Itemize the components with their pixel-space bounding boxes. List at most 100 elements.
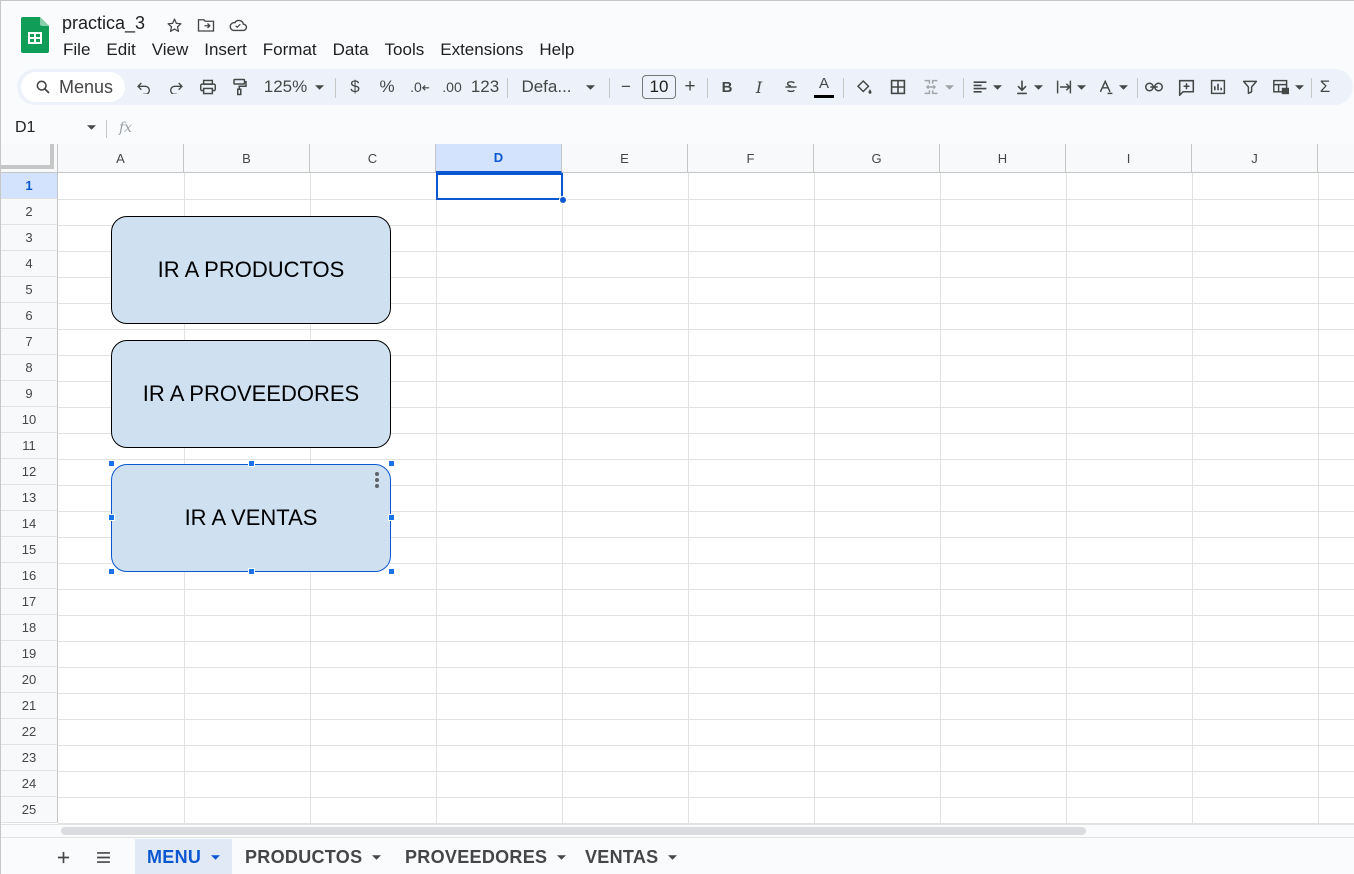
fill-color-icon[interactable] bbox=[851, 69, 877, 105]
column-header-j[interactable]: J bbox=[1192, 144, 1318, 173]
search-menus-button[interactable]: Menus bbox=[21, 72, 125, 102]
increase-decimal-button[interactable]: .00 bbox=[439, 69, 465, 105]
font-size-input[interactable]: 10 bbox=[642, 75, 676, 99]
row-header-8[interactable]: 8 bbox=[1, 355, 58, 381]
shape-button-productos[interactable]: IR A PRODUCTOS bbox=[111, 216, 391, 324]
active-cell-d1[interactable] bbox=[436, 173, 563, 200]
print-icon[interactable] bbox=[195, 69, 221, 105]
add-sheet-icon[interactable] bbox=[51, 839, 75, 874]
column-header-f[interactable]: F bbox=[688, 144, 814, 173]
shape-button-proveedores[interactable]: IR A PROVEEDORES bbox=[111, 340, 391, 448]
row-header-11[interactable]: 11 bbox=[1, 433, 58, 459]
vertical-align-icon[interactable] bbox=[1011, 69, 1047, 105]
row-header-6[interactable]: 6 bbox=[1, 303, 58, 329]
redo-icon[interactable] bbox=[163, 69, 189, 105]
font-family-select[interactable]: Defa... bbox=[517, 69, 599, 105]
menu-tools[interactable]: Tools bbox=[377, 38, 433, 62]
resize-handle[interactable] bbox=[108, 514, 115, 521]
insert-comment-icon[interactable] bbox=[1173, 69, 1199, 105]
column-header-c[interactable]: C bbox=[310, 144, 436, 173]
menu-insert[interactable]: Insert bbox=[196, 38, 255, 62]
column-header-i[interactable]: I bbox=[1066, 144, 1192, 173]
sheet-tab-ventas[interactable]: VENTAS bbox=[573, 839, 689, 874]
sheet-tab-proveedores[interactable]: PROVEEDORES bbox=[393, 839, 578, 874]
row-header-3[interactable]: 3 bbox=[1, 225, 58, 251]
row-header-20[interactable]: 20 bbox=[1, 667, 58, 693]
row-header-17[interactable]: 17 bbox=[1, 589, 58, 615]
paint-format-icon[interactable] bbox=[227, 69, 253, 105]
resize-handle[interactable] bbox=[248, 568, 255, 575]
resize-handle[interactable] bbox=[248, 460, 255, 467]
zoom-select[interactable]: 125% bbox=[261, 69, 327, 105]
row-header-19[interactable]: 19 bbox=[1, 641, 58, 667]
row-header-1[interactable]: 1 bbox=[1, 173, 58, 199]
menu-file[interactable]: File bbox=[55, 38, 98, 62]
column-header-d[interactable]: D bbox=[436, 144, 562, 173]
row-header-4[interactable]: 4 bbox=[1, 251, 58, 277]
column-header-e[interactable]: E bbox=[562, 144, 688, 173]
insert-chart-icon[interactable] bbox=[1205, 69, 1231, 105]
row-header-24[interactable]: 24 bbox=[1, 771, 58, 797]
menu-format[interactable]: Format bbox=[255, 38, 325, 62]
google-sheets-logo[interactable] bbox=[21, 17, 49, 53]
row-header-10[interactable]: 10 bbox=[1, 407, 58, 433]
move-to-folder-icon[interactable] bbox=[196, 15, 216, 35]
resize-handle[interactable] bbox=[388, 568, 395, 575]
format-percent-button[interactable]: % bbox=[375, 69, 399, 105]
row-header-15[interactable]: 15 bbox=[1, 537, 58, 563]
increase-font-size-button[interactable]: + bbox=[679, 69, 701, 105]
row-header-5[interactable]: 5 bbox=[1, 277, 58, 303]
row-header-23[interactable]: 23 bbox=[1, 745, 58, 771]
format-currency-button[interactable]: $ bbox=[343, 69, 367, 105]
column-header-a[interactable]: A bbox=[58, 144, 184, 173]
chevron-down-icon[interactable] bbox=[87, 125, 96, 130]
undo-icon[interactable] bbox=[131, 69, 157, 105]
column-header-k[interactable] bbox=[1318, 144, 1354, 173]
borders-icon[interactable] bbox=[885, 69, 911, 105]
strikethrough-icon[interactable] bbox=[779, 69, 803, 105]
select-all-corner[interactable] bbox=[1, 144, 58, 173]
row-header-2[interactable]: 2 bbox=[1, 199, 58, 225]
merge-cells-icon[interactable] bbox=[917, 69, 959, 105]
resize-handle[interactable] bbox=[388, 514, 395, 521]
row-header-22[interactable]: 22 bbox=[1, 719, 58, 745]
menu-data[interactable]: Data bbox=[325, 38, 377, 62]
column-header-g[interactable]: G bbox=[814, 144, 940, 173]
shape-button-ventas[interactable]: IR A VENTAS bbox=[111, 464, 391, 572]
menu-extensions[interactable]: Extensions bbox=[432, 38, 531, 62]
resize-handle[interactable] bbox=[388, 460, 395, 467]
menu-view[interactable]: View bbox=[144, 38, 197, 62]
row-header-16[interactable]: 16 bbox=[1, 563, 58, 589]
more-formats-button[interactable]: 123 bbox=[469, 69, 501, 105]
text-color-button[interactable]: A bbox=[811, 69, 837, 105]
resize-handle[interactable] bbox=[108, 460, 115, 467]
insert-link-icon[interactable] bbox=[1141, 69, 1167, 105]
menu-edit[interactable]: Edit bbox=[98, 38, 143, 62]
decrease-decimal-button[interactable]: .0 bbox=[407, 69, 433, 105]
star-icon[interactable] bbox=[164, 15, 184, 35]
bold-button[interactable]: B bbox=[715, 69, 739, 105]
row-header-25[interactable]: 25 bbox=[1, 797, 58, 823]
name-box[interactable]: D1 bbox=[15, 119, 35, 137]
resize-handle[interactable] bbox=[108, 568, 115, 575]
spreadsheet-grid[interactable]: A B C D E F G H I J 1 2 3 4 5 6 7 8 9 10… bbox=[1, 144, 1354, 824]
row-header-13[interactable]: 13 bbox=[1, 485, 58, 511]
all-sheets-icon[interactable] bbox=[91, 839, 115, 874]
row-header-18[interactable]: 18 bbox=[1, 615, 58, 641]
text-wrapping-icon[interactable] bbox=[1053, 69, 1089, 105]
italic-button[interactable]: I bbox=[747, 69, 771, 105]
row-header-9[interactable]: 9 bbox=[1, 381, 58, 407]
horizontal-align-icon[interactable] bbox=[969, 69, 1005, 105]
functions-button[interactable]: Σ bbox=[1315, 69, 1335, 105]
document-title[interactable]: practica_3 bbox=[62, 13, 145, 34]
menu-help[interactable]: Help bbox=[531, 38, 582, 62]
horizontal-scrollbar-thumb[interactable] bbox=[61, 827, 1086, 835]
sheet-tab-productos[interactable]: PRODUCTOS bbox=[233, 839, 393, 874]
more-options-icon[interactable] bbox=[373, 471, 381, 491]
row-header-12[interactable]: 12 bbox=[1, 459, 58, 485]
row-header-14[interactable]: 14 bbox=[1, 511, 58, 537]
decrease-font-size-button[interactable]: − bbox=[615, 69, 637, 105]
filter-views-icon[interactable] bbox=[1269, 69, 1307, 105]
fill-handle[interactable] bbox=[559, 196, 567, 204]
column-header-b[interactable]: B bbox=[184, 144, 310, 173]
